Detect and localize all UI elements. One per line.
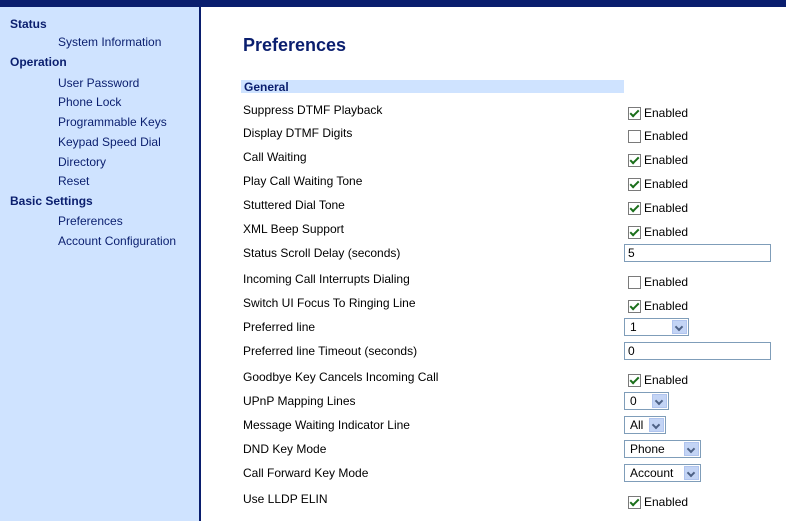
label-call-waiting: Call Waiting bbox=[243, 150, 307, 164]
chevron-down-icon[interactable] bbox=[672, 320, 687, 334]
checkbox-display-dtmf-digits[interactable] bbox=[628, 129, 641, 143]
checkbox-group-play-call-waiting-tone: Enabled bbox=[628, 175, 688, 193]
checkbox-group-use-lldp-elin: Enabled bbox=[628, 493, 688, 511]
nav-item-account-configuration[interactable]: Account Configuration bbox=[58, 233, 176, 249]
checkbox-label-xml-beep-support[interactable]: Enabled bbox=[644, 223, 688, 241]
select-value-message-waiting-indicator-line: All bbox=[630, 418, 644, 432]
select-value-upnp-mapping-lines: 0 bbox=[630, 394, 637, 408]
label-xml-beep-support: XML Beep Support bbox=[243, 222, 344, 236]
checkbox-group-goodbye-key-cancels-incoming-call: Enabled bbox=[628, 371, 688, 389]
checkbox-call-waiting[interactable] bbox=[628, 153, 641, 167]
label-play-call-waiting-tone: Play Call Waiting Tone bbox=[243, 174, 363, 188]
checkbox-label-stuttered-dial-tone[interactable]: Enabled bbox=[644, 199, 688, 217]
nav-item-programmable-keys[interactable]: Programmable Keys bbox=[58, 114, 167, 130]
nav-item-phone-lock[interactable]: Phone Lock bbox=[58, 94, 121, 110]
checkbox-stuttered-dial-tone[interactable] bbox=[628, 201, 641, 215]
checkbox-incoming-call-interrupts-dialing[interactable] bbox=[628, 275, 641, 289]
select-call-forward-key-mode[interactable]: Account bbox=[624, 464, 701, 482]
checkbox-label-use-lldp-elin[interactable]: Enabled bbox=[644, 493, 688, 511]
label-preferred-line-timeout-seconds: Preferred line Timeout (seconds) bbox=[243, 344, 418, 358]
section-header-general: General bbox=[241, 80, 624, 94]
checkbox-group-xml-beep-support: Enabled bbox=[628, 223, 688, 241]
checkbox-label-incoming-call-interrupts-dialing[interactable]: Enabled bbox=[644, 273, 688, 291]
label-display-dtmf-digits: Display DTMF Digits bbox=[243, 126, 353, 140]
label-message-waiting-indicator-line: Message Waiting Indicator Line bbox=[243, 418, 410, 432]
label-upnp-mapping-lines: UPnP Mapping Lines bbox=[243, 394, 356, 408]
checkbox-group-suppress-dtmf-playback: Enabled bbox=[628, 104, 688, 122]
checkbox-play-call-waiting-tone[interactable] bbox=[628, 177, 641, 191]
label-use-lldp-elin: Use LLDP ELIN bbox=[243, 492, 328, 506]
nav-item-preferences[interactable]: Preferences bbox=[58, 213, 123, 229]
checkbox-label-suppress-dtmf-playback[interactable]: Enabled bbox=[644, 104, 688, 122]
nav-item-directory[interactable]: Directory bbox=[58, 154, 106, 170]
input-preferred-line-timeout-seconds[interactable] bbox=[624, 342, 771, 360]
select-preferred-line[interactable]: 1 bbox=[624, 318, 689, 336]
checkbox-switch-ui-focus-to-ringing-line[interactable] bbox=[628, 299, 641, 313]
sidebar-nav: Status System Information Operation User… bbox=[0, 7, 201, 521]
label-suppress-dtmf-playback: Suppress DTMF Playback bbox=[243, 103, 383, 117]
nav-item-system-information[interactable]: System Information bbox=[58, 34, 161, 50]
checkbox-label-display-dtmf-digits[interactable]: Enabled bbox=[644, 127, 688, 145]
top-bar bbox=[0, 0, 786, 7]
checkbox-suppress-dtmf-playback[interactable] bbox=[628, 106, 641, 120]
select-value-call-forward-key-mode: Account bbox=[630, 466, 674, 480]
nav-heading-basic-settings: Basic Settings bbox=[10, 194, 93, 208]
input-status-scroll-delay-seconds[interactable] bbox=[624, 244, 771, 262]
chevron-down-icon[interactable] bbox=[684, 442, 699, 456]
label-switch-ui-focus-to-ringing-line: Switch UI Focus To Ringing Line bbox=[243, 296, 416, 310]
chevron-down-icon[interactable] bbox=[652, 394, 667, 408]
select-value-preferred-line: 1 bbox=[630, 320, 637, 334]
select-value-dnd-key-mode: Phone bbox=[630, 442, 665, 456]
checkbox-label-goodbye-key-cancels-incoming-call[interactable]: Enabled bbox=[644, 371, 688, 389]
checkbox-group-incoming-call-interrupts-dialing: Enabled bbox=[628, 273, 688, 291]
checkbox-label-call-waiting[interactable]: Enabled bbox=[644, 151, 688, 169]
label-stuttered-dial-tone: Stuttered Dial Tone bbox=[243, 198, 345, 212]
select-upnp-mapping-lines[interactable]: 0 bbox=[624, 392, 669, 410]
label-dnd-key-mode: DND Key Mode bbox=[243, 442, 327, 456]
checkbox-group-call-waiting: Enabled bbox=[628, 151, 688, 169]
nav-item-keypad-speed-dial[interactable]: Keypad Speed Dial bbox=[58, 134, 161, 150]
checkbox-group-switch-ui-focus-to-ringing-line: Enabled bbox=[628, 297, 688, 315]
label-goodbye-key-cancels-incoming-call: Goodbye Key Cancels Incoming Call bbox=[243, 370, 439, 384]
checkbox-label-play-call-waiting-tone[interactable]: Enabled bbox=[644, 175, 688, 193]
label-call-forward-key-mode: Call Forward Key Mode bbox=[243, 466, 369, 480]
checkbox-use-lldp-elin[interactable] bbox=[628, 495, 641, 509]
label-preferred-line: Preferred line bbox=[243, 320, 316, 334]
checkbox-group-display-dtmf-digits: Enabled bbox=[628, 127, 688, 145]
chevron-down-icon[interactable] bbox=[684, 466, 699, 480]
nav-item-reset[interactable]: Reset bbox=[58, 173, 89, 189]
checkbox-group-stuttered-dial-tone: Enabled bbox=[628, 199, 688, 217]
checkbox-label-switch-ui-focus-to-ringing-line[interactable]: Enabled bbox=[644, 297, 688, 315]
select-dnd-key-mode[interactable]: Phone bbox=[624, 440, 701, 458]
checkbox-xml-beep-support[interactable] bbox=[628, 225, 641, 239]
select-message-waiting-indicator-line[interactable]: All bbox=[624, 416, 666, 434]
checkbox-goodbye-key-cancels-incoming-call[interactable] bbox=[628, 373, 641, 387]
nav-item-user-password[interactable]: User Password bbox=[58, 75, 139, 91]
nav-heading-operation: Operation bbox=[10, 55, 67, 69]
chevron-down-icon[interactable] bbox=[649, 418, 664, 432]
label-incoming-call-interrupts-dialing: Incoming Call Interrupts Dialing bbox=[243, 272, 410, 286]
page-title: Preferences bbox=[243, 35, 347, 55]
nav-heading-status: Status bbox=[10, 17, 47, 31]
label-status-scroll-delay-seconds: Status Scroll Delay (seconds) bbox=[243, 246, 401, 260]
